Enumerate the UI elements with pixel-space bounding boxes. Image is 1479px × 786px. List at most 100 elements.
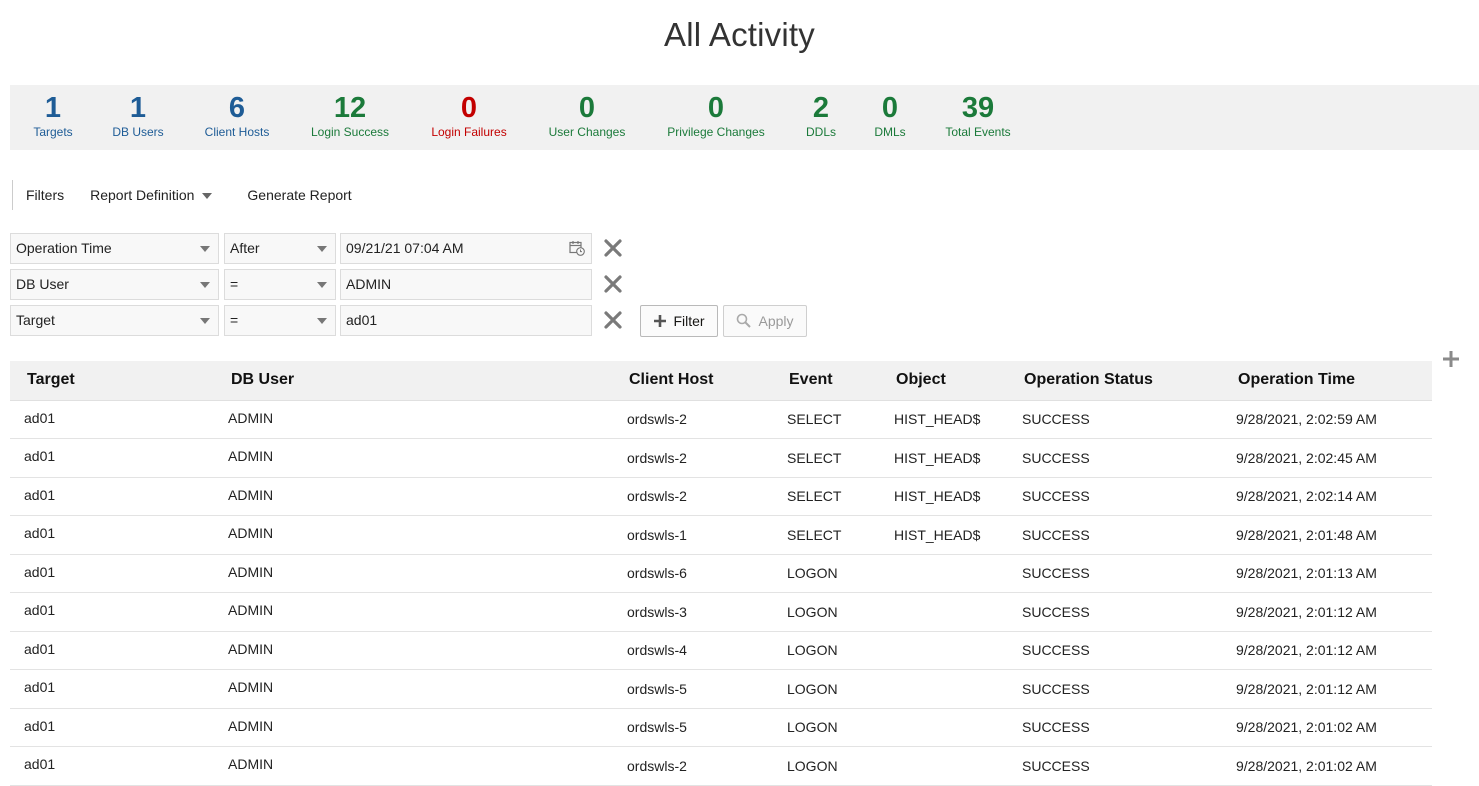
cell-client-host: ordswls-6 bbox=[613, 554, 773, 593]
table-row[interactable]: ad01 ADMIN ordswls-4 LOGON SUCCESS 9/28/2021,… bbox=[10, 631, 1432, 670]
cell-client-host: ordswls-1 bbox=[613, 515, 773, 555]
column-header-target[interactable]: Target bbox=[10, 361, 214, 401]
filter-field-select[interactable]: Operation Time bbox=[10, 233, 219, 264]
table-row[interactable]: ad01 ADMIN ordswls-2 SELECT HIST_HEAD$ SUCCES… bbox=[10, 438, 1432, 478]
cell-target: ad01 bbox=[10, 477, 214, 516]
cell-db-user: ADMIN bbox=[214, 438, 613, 478]
cell-event: LOGON bbox=[773, 592, 880, 632]
stat-db-users[interactable]: 1 DB Users bbox=[112, 91, 163, 140]
filter-field-select[interactable]: Target bbox=[10, 305, 219, 336]
apply-button[interactable]: Apply bbox=[723, 305, 807, 337]
add-filter-label: Filter bbox=[673, 313, 705, 329]
filter-date-input[interactable]: 09/21/21 07:04 AM bbox=[340, 233, 592, 264]
filter-operator-select[interactable]: = bbox=[224, 305, 336, 336]
filter-value-input[interactable]: ad01 bbox=[340, 305, 592, 336]
cell-target: ad01 bbox=[10, 669, 214, 709]
filter-operator-value: = bbox=[230, 312, 239, 328]
filters-menu[interactable]: Filters bbox=[13, 180, 77, 210]
generate-report-menu[interactable]: Generate Report bbox=[225, 180, 364, 210]
table-row[interactable]: ad01 ADMIN ordswls-5 LOGON SUCCESS 9/28/2021,… bbox=[10, 669, 1432, 709]
stat-targets[interactable]: 1 Targets bbox=[33, 91, 72, 140]
column-header-db-user[interactable]: DB User bbox=[214, 361, 613, 401]
stat-client-hosts[interactable]: 6 Client Hosts bbox=[205, 91, 270, 140]
cell-db-user: ADMIN bbox=[214, 554, 613, 593]
stat-privilege-changes[interactable]: 0 Privilege Changes bbox=[667, 91, 764, 140]
table-row[interactable]: ad01 ADMIN ordswls-2 SELECT HIST_HEAD$ SUCCES… bbox=[10, 400, 1432, 439]
stat-label: DB Users bbox=[112, 125, 164, 139]
stat-dmls[interactable]: 0 DMLs bbox=[874, 91, 905, 140]
stat-user-changes[interactable]: 0 User Changes bbox=[549, 91, 626, 140]
stat-total-events[interactable]: 39 Total Events bbox=[945, 91, 1010, 140]
cell-event: LOGON bbox=[773, 554, 880, 593]
cell-client-host: ordswls-4 bbox=[613, 631, 773, 670]
cell-operation-status: SUCCESS bbox=[1008, 746, 1222, 786]
add-column-icon[interactable] bbox=[1441, 349, 1461, 369]
column-header-operation-status[interactable]: Operation Status bbox=[1008, 361, 1222, 401]
calendar-clock-icon[interactable] bbox=[569, 240, 585, 256]
table-row[interactable]: ad01 ADMIN ordswls-2 SELECT HIST_HEAD$ SUCCES… bbox=[10, 477, 1432, 516]
remove-filter-icon[interactable] bbox=[602, 309, 624, 331]
cell-operation-status: SUCCESS bbox=[1008, 554, 1222, 593]
caret-down-icon bbox=[202, 193, 213, 199]
stat-value: 0 bbox=[578, 92, 596, 124]
filter-date-value: 09/21/21 07:04 AM bbox=[346, 240, 464, 256]
cell-client-host: ordswls-2 bbox=[613, 746, 773, 786]
cell-target: ad01 bbox=[10, 515, 214, 555]
cell-operation-time: 9/28/2021, 2:01:12 AM bbox=[1222, 669, 1432, 709]
stat-ddls[interactable]: 2 DDLs bbox=[806, 91, 836, 140]
filter-field-value: Operation Time bbox=[16, 240, 112, 256]
column-header-object[interactable]: Object bbox=[880, 361, 1008, 401]
filter-operator-select[interactable]: = bbox=[224, 269, 336, 300]
cell-operation-time: 9/28/2021, 2:01:13 AM bbox=[1222, 554, 1432, 593]
stat-label: DMLs bbox=[874, 125, 906, 139]
stat-login-success[interactable]: 12 Login Success bbox=[311, 91, 389, 140]
stat-label: Total Events bbox=[945, 125, 1011, 139]
filter-field-select[interactable]: DB User bbox=[10, 269, 219, 300]
cell-object: HIST_HEAD$ bbox=[880, 400, 1008, 439]
cell-target: ad01 bbox=[10, 746, 214, 786]
column-header-client-host[interactable]: Client Host bbox=[613, 361, 773, 401]
remove-filter-icon[interactable] bbox=[602, 273, 624, 295]
add-filter-button[interactable]: Filter bbox=[640, 305, 718, 337]
table-row[interactable]: ad01 ADMIN ordswls-1 SELECT HIST_HEAD$ SUCCES… bbox=[10, 515, 1432, 555]
stat-value: 0 bbox=[707, 92, 725, 124]
filter-value-input[interactable]: ADMIN bbox=[340, 269, 592, 300]
summary-bar: 1 Targets 1 DB Users 6 Client Hosts 12 L… bbox=[10, 85, 1479, 150]
cell-target: ad01 bbox=[10, 400, 214, 439]
column-header-event[interactable]: Event bbox=[773, 361, 880, 401]
filter-row: Operation Time After 09/21/21 07:04 AM bbox=[10, 233, 810, 265]
table-row[interactable]: ad01 ADMIN ordswls-6 LOGON SUCCESS 9/28/2021,… bbox=[10, 554, 1432, 593]
filter-operator-value: = bbox=[230, 276, 239, 292]
stat-label: Privilege Changes bbox=[667, 125, 765, 139]
table-row[interactable]: ad01 ADMIN ordswls-5 LOGON SUCCESS 9/28/2021,… bbox=[10, 708, 1432, 747]
stat-label: DDLs bbox=[805, 125, 837, 139]
filter-row: DB User = ADMIN bbox=[10, 269, 810, 301]
chevron-down-icon bbox=[317, 282, 327, 288]
cell-operation-status: SUCCESS bbox=[1008, 631, 1222, 670]
table-row[interactable]: ad01 ADMIN ordswls-2 LOGON SUCCESS 9/28/2021,… bbox=[10, 746, 1432, 786]
cell-event: LOGON bbox=[773, 669, 880, 709]
apply-label: Apply bbox=[758, 313, 794, 329]
cell-event: SELECT bbox=[773, 400, 880, 439]
cell-operation-time: 9/28/2021, 2:01:02 AM bbox=[1222, 746, 1432, 786]
cell-target: ad01 bbox=[10, 631, 214, 670]
stat-login-failures[interactable]: 0 Login Failures bbox=[431, 91, 506, 140]
cell-db-user: ADMIN bbox=[214, 669, 613, 709]
report-toolbar: Filters Report Definition Generate Repor… bbox=[12, 180, 365, 210]
remove-filter-icon[interactable] bbox=[602, 237, 624, 259]
cell-object: HIST_HEAD$ bbox=[880, 438, 1008, 478]
table-row[interactable]: ad01 ADMIN ordswls-3 LOGON SUCCESS 9/28/2021,… bbox=[10, 592, 1432, 632]
report-definition-menu[interactable]: Report Definition bbox=[77, 180, 225, 210]
cell-db-user: ADMIN bbox=[214, 708, 613, 747]
cell-object bbox=[880, 631, 1008, 670]
stat-value: 0 bbox=[881, 92, 899, 124]
cell-event: LOGON bbox=[773, 708, 880, 747]
column-header-operation-time[interactable]: Operation Time bbox=[1222, 361, 1432, 401]
filter-value-text: ad01 bbox=[346, 312, 378, 328]
stat-label: Client Hosts bbox=[204, 125, 270, 139]
cell-client-host: ordswls-5 bbox=[613, 669, 773, 709]
cell-client-host: ordswls-2 bbox=[613, 438, 773, 478]
filter-operator-select[interactable]: After bbox=[224, 233, 336, 264]
cell-db-user: ADMIN bbox=[214, 400, 613, 439]
cell-operation-time: 9/28/2021, 2:01:48 AM bbox=[1222, 515, 1432, 555]
